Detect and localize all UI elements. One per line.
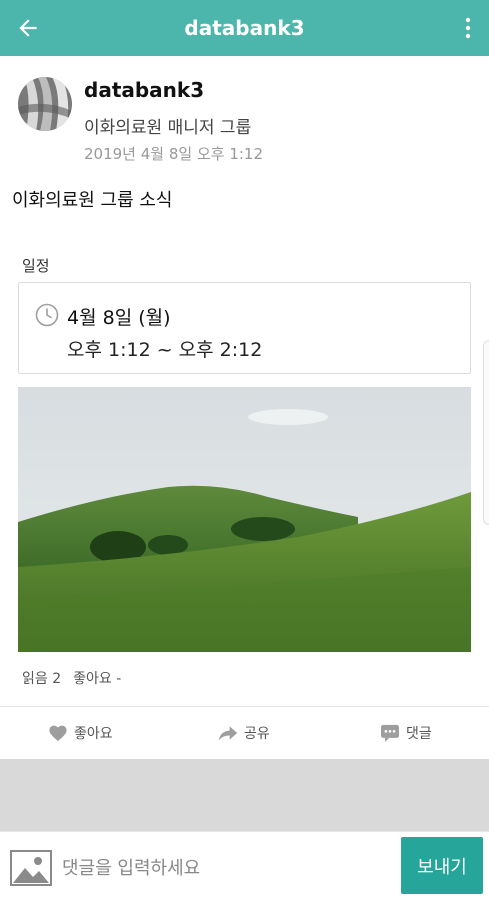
post-date: 2019년 4월 8일 오후 1:12 [84,145,264,163]
like-label: 좋아요 [74,726,113,742]
like-button[interactable]: 좋아요 [48,707,113,759]
app-bar: databank3 [0,0,489,56]
page-title: databank3 [184,16,305,40]
schedule-date: 4월 8일 (월) [67,307,171,329]
landscape-image [18,387,471,652]
more-options-button[interactable] [453,10,483,46]
share-arrow-icon [218,726,238,741]
share-button[interactable]: 공유 [218,707,270,759]
post-body-text: 이화의료원 그룹 소식 [12,190,173,211]
author-name: databank3 [84,78,205,102]
comment-label: 댓글 [406,726,432,742]
comment-input-bar: 보내기 [0,831,489,900]
action-bar: 좋아요 공유 댓글 [0,707,489,759]
comment-button[interactable]: 댓글 [380,707,432,759]
author-group: 이화의료원 매니저 그룹 [84,118,252,138]
attach-image-button[interactable] [10,850,52,886]
clock-icon [35,303,59,327]
image-icon [10,850,52,886]
share-label: 공유 [244,726,270,742]
avatar[interactable] [18,77,72,131]
comment-bubble-icon [381,724,399,742]
post-stats: 읽음 2 좋아요 - [22,668,121,688]
post-photo[interactable] [18,387,471,652]
read-count: 읽음 2 [22,671,62,687]
schedule-time: 오후 1:12 ~ 오후 2:12 [67,339,263,361]
heart-icon [49,725,67,742]
more-vert-icon [465,17,471,39]
send-button[interactable]: 보내기 [401,837,483,894]
scroll-indicator[interactable] [483,340,489,525]
comment-input[interactable] [62,846,392,890]
comments-area [0,759,489,831]
schedule-label: 일정 [22,257,50,275]
like-count: 좋아요 - [73,671,122,687]
avatar-image [18,77,72,131]
schedule-card[interactable]: 4월 8일 (월) 오후 1:12 ~ 오후 2:12 [18,282,471,374]
